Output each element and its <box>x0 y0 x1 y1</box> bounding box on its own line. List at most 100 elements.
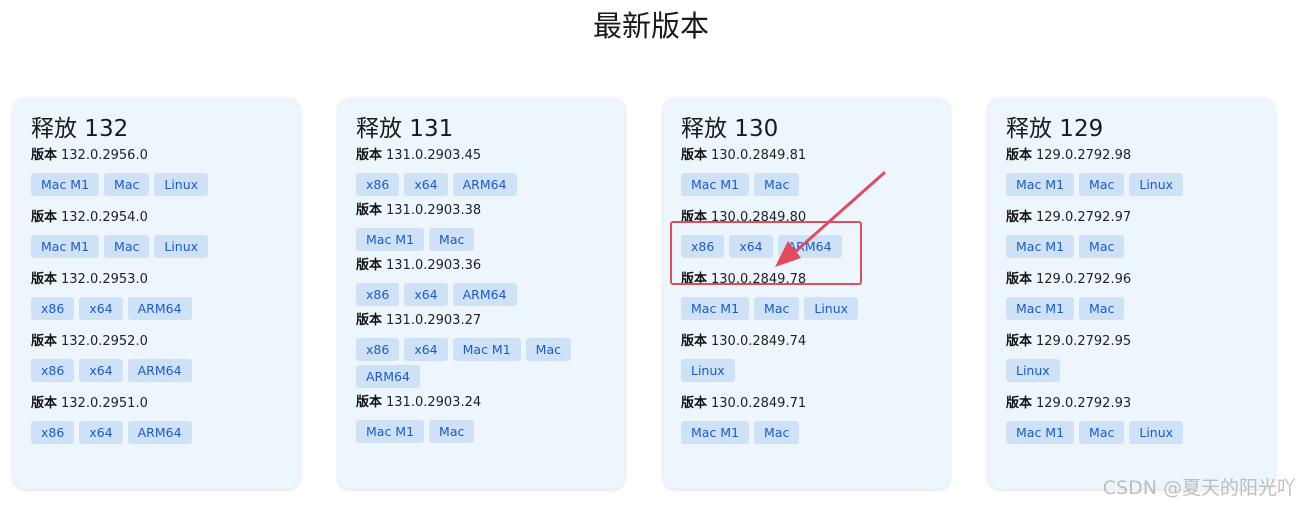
download-buttons: x86 x64 ARM64 <box>356 283 607 306</box>
download-buttons: Linux <box>1006 359 1257 382</box>
download-button-x86[interactable]: x86 <box>356 283 400 306</box>
version-block: 版本 132.0.2952.0 x86 x64 ARM64 <box>31 333 282 382</box>
download-button-arm64[interactable]: ARM64 <box>127 297 192 320</box>
version-block: 版本 130.0.2849.80 x86 x64 ARM64 <box>681 209 932 258</box>
version-number: 132.0.2954.0 <box>61 210 148 225</box>
version-block: 版本 131.0.2903.27 x86 x64 Mac M1 Mac ARM64 <box>356 312 607 388</box>
version-block: 版本 132.0.2951.0 x86 x64 ARM64 <box>31 395 282 444</box>
download-button-mac[interactable]: Mac <box>754 173 800 196</box>
version-line: 版本 130.0.2849.80 <box>681 209 932 227</box>
watermark: CSDN @夏天的阳光吖 <box>1102 477 1296 499</box>
download-button-linux[interactable]: Linux <box>1129 173 1184 196</box>
version-block: 版本 132.0.2954.0 Mac M1 Mac Linux <box>31 209 282 258</box>
version-line: 版本 129.0.2792.97 <box>1006 209 1257 227</box>
download-button-mac-m1[interactable]: Mac M1 <box>356 228 425 251</box>
download-button-x86[interactable]: x86 <box>356 173 400 196</box>
download-button-mac-m1[interactable]: Mac M1 <box>1006 173 1075 196</box>
version-label: 版本 <box>681 210 708 225</box>
download-button-mac[interactable]: Mac <box>754 297 800 320</box>
download-button-mac[interactable]: Mac <box>525 338 571 361</box>
download-button-mac[interactable]: Mac <box>104 235 150 258</box>
download-buttons: Mac M1 Mac <box>356 228 607 251</box>
download-button-linux[interactable]: Linux <box>1006 359 1060 382</box>
release-card-129: 释放 129 版本 129.0.2792.98 Mac M1 Mac Linux 版本 129… <box>988 98 1275 489</box>
download-button-mac[interactable]: Mac <box>429 420 475 443</box>
version-block: 版本 129.0.2792.96 Mac M1 Mac <box>1006 271 1257 320</box>
download-button-x64[interactable]: x64 <box>404 338 448 361</box>
download-button-x64[interactable]: x64 <box>79 297 123 320</box>
download-button-mac-m1[interactable]: Mac M1 <box>681 173 750 196</box>
version-block: 版本 131.0.2903.24 Mac M1 Mac <box>356 394 607 443</box>
download-button-mac[interactable]: Mac <box>104 173 150 196</box>
download-button-x64[interactable]: x64 <box>79 359 123 382</box>
download-button-arm64[interactable]: ARM64 <box>452 173 517 196</box>
version-label: 版本 <box>356 395 383 410</box>
release-card-132: 释放 132 版本 132.0.2956.0 Mac M1 Mac Linux 版本 132.… <box>13 98 300 489</box>
download-button-mac[interactable]: Mac <box>1079 173 1125 196</box>
download-button-arm64[interactable]: ARM64 <box>127 359 192 382</box>
version-line: 版本 132.0.2956.0 <box>31 147 282 165</box>
download-buttons: Mac M1 Mac <box>681 421 932 444</box>
download-button-mac-m1[interactable]: Mac M1 <box>681 421 750 444</box>
version-block: 版本 132.0.2953.0 x86 x64 ARM64 <box>31 271 282 320</box>
download-button-x64[interactable]: x64 <box>404 173 448 196</box>
download-buttons: Linux <box>681 359 932 382</box>
card-title: 释放 132 <box>31 116 129 142</box>
version-label: 版本 <box>356 148 383 163</box>
download-button-mac-m1[interactable]: Mac M1 <box>1006 297 1075 320</box>
download-button-mac[interactable]: Mac <box>429 228 475 251</box>
download-button-linux[interactable]: Linux <box>1129 421 1184 444</box>
version-label: 版本 <box>31 148 58 163</box>
version-block: 版本 131.0.2903.36 x86 x64 ARM64 <box>356 257 607 306</box>
download-button-x86[interactable]: x86 <box>31 359 75 382</box>
download-button-arm64[interactable]: ARM64 <box>452 283 517 306</box>
download-button-linux[interactable]: Linux <box>681 359 735 382</box>
version-block: 版本 131.0.2903.38 Mac M1 Mac <box>356 202 607 251</box>
download-button-x86[interactable]: x86 <box>356 338 400 361</box>
download-button-arm64[interactable]: ARM64 <box>777 235 842 258</box>
version-line: 版本 131.0.2903.45 <box>356 147 607 165</box>
download-button-mac[interactable]: Mac <box>1079 421 1125 444</box>
page-title: 最新版本 <box>592 9 709 43</box>
version-line: 版本 130.0.2849.81 <box>681 147 932 165</box>
download-button-mac-m1[interactable]: Mac M1 <box>1006 235 1075 258</box>
version-line: 版本 131.0.2903.24 <box>356 394 607 412</box>
download-button-linux[interactable]: Linux <box>804 297 859 320</box>
download-button-mac-m1[interactable]: Mac M1 <box>681 297 750 320</box>
download-buttons: Mac M1 Mac Linux <box>1006 173 1257 196</box>
version-label: 版本 <box>1006 334 1033 349</box>
download-buttons: Mac M1 Mac Linux <box>681 297 932 320</box>
download-button-mac[interactable]: Mac <box>1079 297 1125 320</box>
download-buttons: Mac M1 Mac <box>1006 297 1257 320</box>
download-button-x64[interactable]: x64 <box>729 235 773 258</box>
download-button-x86[interactable]: x86 <box>681 235 725 258</box>
download-button-mac-m1[interactable]: Mac M1 <box>31 235 100 258</box>
version-number: 130.0.2849.81 <box>711 148 807 163</box>
download-button-x86[interactable]: x86 <box>31 421 75 444</box>
version-label: 版本 <box>1006 272 1033 287</box>
download-buttons: x86 x64 Mac M1 Mac ARM64 <box>356 338 607 388</box>
download-button-x64[interactable]: x64 <box>79 421 123 444</box>
download-button-mac-m1[interactable]: Mac M1 <box>1006 421 1075 444</box>
download-buttons: Mac M1 Mac Linux <box>31 173 282 196</box>
download-button-mac-m1[interactable]: Mac M1 <box>31 173 100 196</box>
version-number: 129.0.2792.97 <box>1036 210 1132 225</box>
version-number: 131.0.2903.27 <box>386 313 482 328</box>
download-buttons: x86 x64 ARM64 <box>31 421 282 444</box>
download-button-mac-m1[interactable]: Mac M1 <box>452 338 521 361</box>
download-button-arm64[interactable]: ARM64 <box>127 421 192 444</box>
download-button-mac-m1[interactable]: Mac M1 <box>356 420 425 443</box>
version-number: 132.0.2951.0 <box>61 396 148 411</box>
download-button-mac[interactable]: Mac <box>754 421 800 444</box>
card-title: 释放 131 <box>356 116 454 142</box>
card-title: 释放 129 <box>1006 116 1104 142</box>
download-button-x86[interactable]: x86 <box>31 297 75 320</box>
version-line: 版本 132.0.2952.0 <box>31 333 282 351</box>
download-button-arm64[interactable]: ARM64 <box>356 365 420 388</box>
download-button-mac[interactable]: Mac <box>1079 235 1125 258</box>
download-button-linux[interactable]: Linux <box>154 235 209 258</box>
version-line: 版本 129.0.2792.98 <box>1006 147 1257 165</box>
download-buttons: x86 x64 ARM64 <box>31 359 282 382</box>
download-button-x64[interactable]: x64 <box>404 283 448 306</box>
download-button-linux[interactable]: Linux <box>154 173 209 196</box>
